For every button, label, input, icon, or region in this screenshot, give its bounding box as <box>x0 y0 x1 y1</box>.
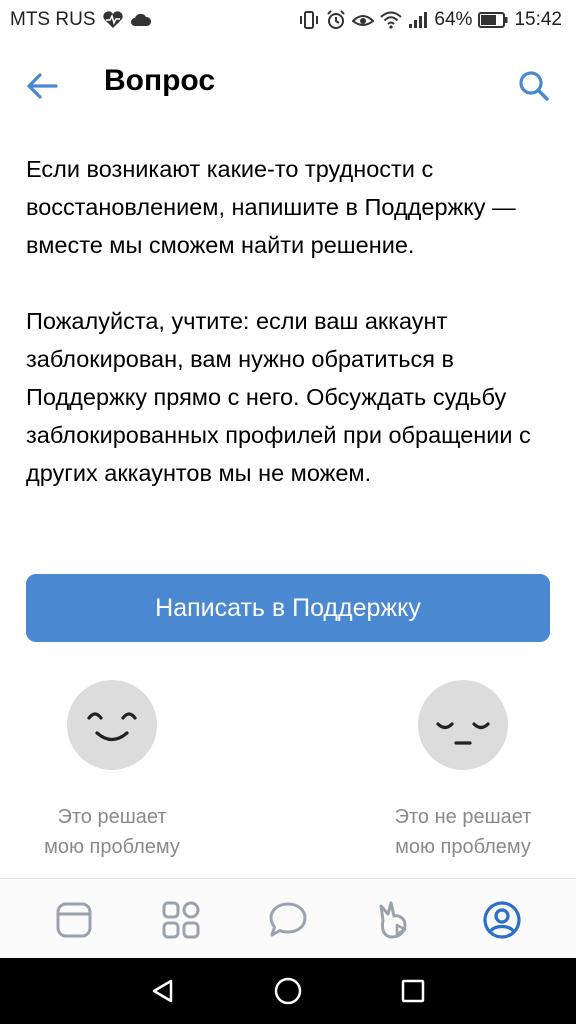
tab-clips[interactable] <box>365 890 425 950</box>
feedback-not-solves-label: Это не решает мою проблему <box>395 802 532 862</box>
eye-icon <box>352 11 375 29</box>
feedback-solves-problem[interactable]: Это решает мою проблему <box>17 680 207 862</box>
status-right: 64% 15:42 <box>298 9 562 31</box>
sad-face-icon <box>418 680 508 770</box>
feedback-not-solves-line2: мою проблему <box>395 836 531 858</box>
feedback-not-solves-problem[interactable]: Это не решает мою проблему <box>368 680 558 862</box>
wifi-icon <box>380 11 403 29</box>
battery-icon <box>478 12 508 28</box>
messages-icon <box>269 902 307 936</box>
status-bar: MTS RUS 64% 15:42 <box>0 0 576 40</box>
status-left: MTS RUS <box>10 9 152 31</box>
smiling-face-icon <box>67 680 157 770</box>
profile-icon <box>483 900 521 939</box>
carrier-name: MTS RUS <box>10 9 96 30</box>
search-icon <box>519 71 549 101</box>
tab-services[interactable] <box>151 890 211 950</box>
heart-rate-icon <box>102 11 124 29</box>
feedback-solves-label: Это решает мою проблему <box>44 802 180 862</box>
tab-messages[interactable] <box>258 890 318 950</box>
feedback-solves-line1: Это решает <box>57 806 167 828</box>
alarm-icon <box>326 10 346 30</box>
clips-icon <box>379 901 407 938</box>
vibrate-icon <box>298 10 320 30</box>
system-home-button[interactable] <box>263 966 313 1016</box>
tab-profile[interactable] <box>472 890 532 950</box>
write-to-support-button[interactable]: Написать в Поддержку <box>26 574 550 642</box>
news-icon <box>56 902 92 937</box>
tab-news[interactable] <box>44 890 104 950</box>
triangle-back-icon <box>152 979 172 1003</box>
system-recents-button[interactable] <box>388 966 438 1016</box>
system-nav-bar <box>0 958 576 1024</box>
arrow-left-icon <box>27 73 58 99</box>
battery-percent: 64% <box>434 9 473 30</box>
system-back-button[interactable] <box>138 966 188 1016</box>
square-recents-icon <box>402 979 425 1003</box>
feedback-not-solves-line1: Это не решает <box>394 806 532 828</box>
services-icon <box>162 901 200 938</box>
feedback-solves-line2: мою проблему <box>44 836 180 858</box>
search-button[interactable] <box>514 66 554 106</box>
cloud-icon <box>130 12 152 28</box>
circle-home-icon <box>274 977 302 1005</box>
paragraph-blocked-notice: Пожалуйста, учтите: если ваш аккаунт заб… <box>26 308 531 486</box>
back-button[interactable] <box>22 66 62 106</box>
app-header: Вопрос <box>0 44 576 124</box>
paragraph-intro: Если возникают какие-то трудности с восс… <box>26 156 516 258</box>
bottom-tab-bar <box>0 878 576 960</box>
page-title: Вопрос <box>104 64 216 97</box>
article-content: Если возникают какие-то трудности с восс… <box>26 150 554 530</box>
signal-icon <box>408 11 428 29</box>
clock: 15:42 <box>514 9 562 30</box>
